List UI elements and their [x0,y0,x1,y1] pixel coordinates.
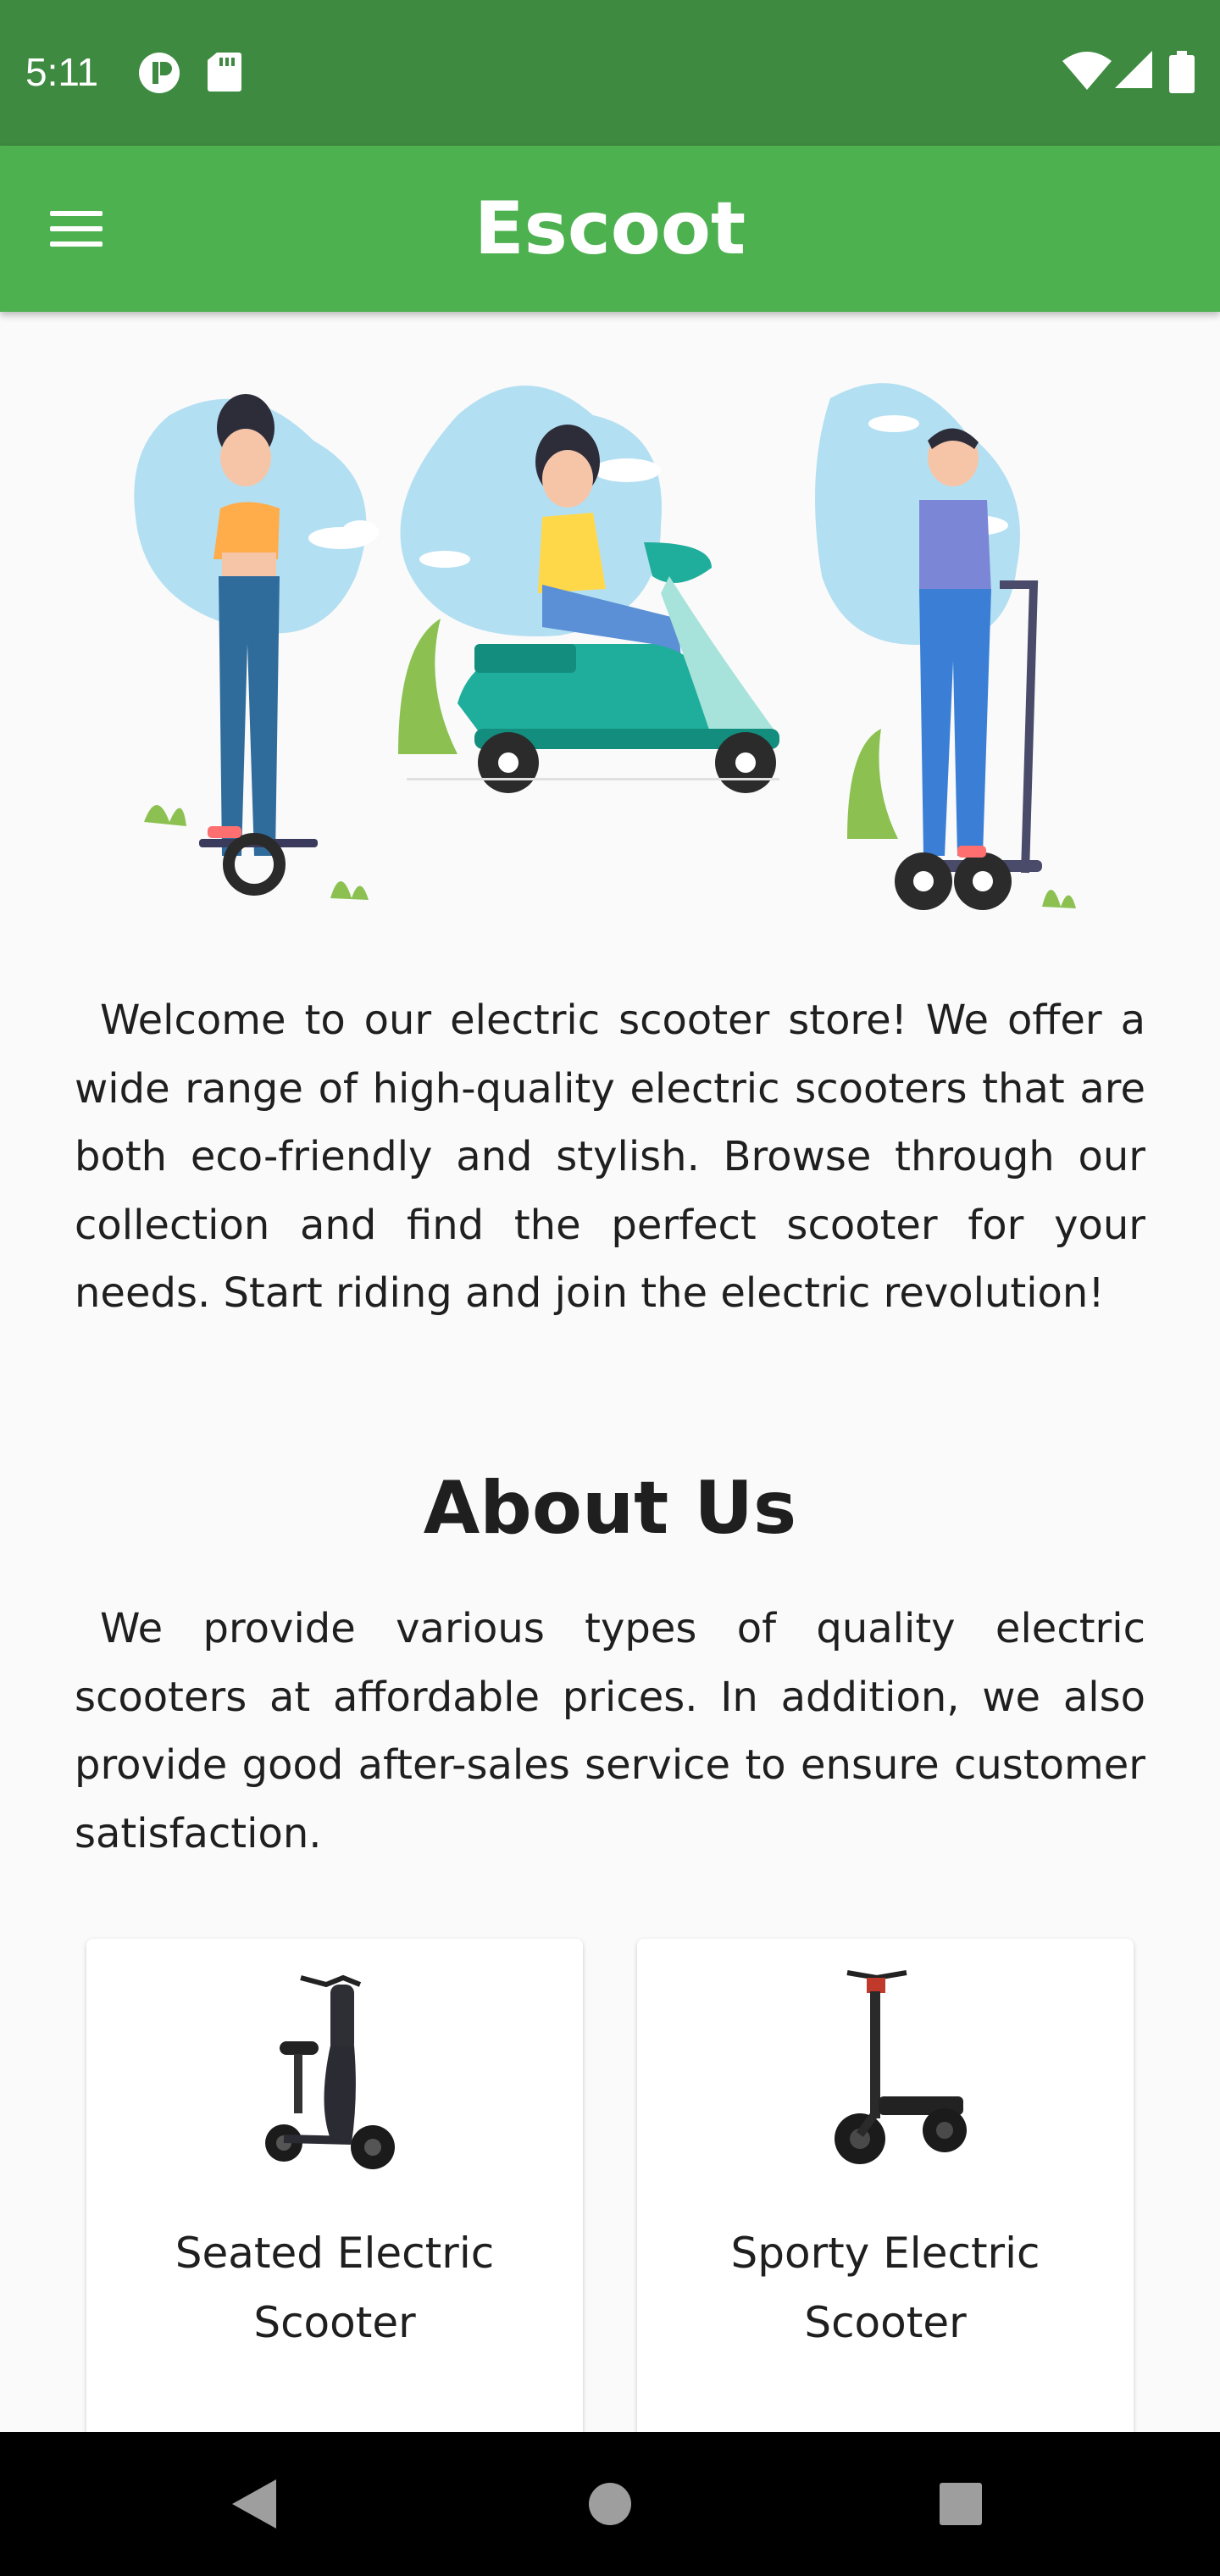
seated-scooter-image [265,1974,395,2169]
wifi-icon [1062,52,1112,90]
welcome-text: Welcome to our electric scooter store! W… [75,997,1145,1317]
about-heading: About Us [423,1466,797,1551]
product-card-seated[interactable]: Seated Electric Scooter [86,1939,583,2439]
hero-illustration [134,383,1076,910]
product-name: Seated Electric Scooter [175,2229,495,2347]
hoverboard-rider [134,394,379,900]
battery-icon [1169,51,1195,93]
system-nav-bar [0,2432,1220,2576]
product-name: Sporty Electric Scooter [730,2229,1040,2347]
sd-card-icon [208,53,241,92]
about-text: We provide various types of quality elec… [75,1605,1145,1857]
product-card-sporty[interactable]: Sporty Electric Scooter [637,1939,1134,2439]
media-circle-icon [139,53,180,93]
home-icon[interactable] [559,2432,661,2576]
status-bar: 5:11 [0,0,1220,146]
app-title: Escoot [474,186,746,271]
recents-icon[interactable] [910,2432,1012,2576]
kick-scooter-rider [815,383,1076,910]
status-time: 5:11 [25,50,99,94]
app-bar: Escoot [0,146,1220,312]
moped-rider [398,386,779,793]
sporty-scooter-image [835,1970,967,2164]
back-icon[interactable] [203,2432,305,2576]
cell-signal-icon [1115,51,1152,88]
